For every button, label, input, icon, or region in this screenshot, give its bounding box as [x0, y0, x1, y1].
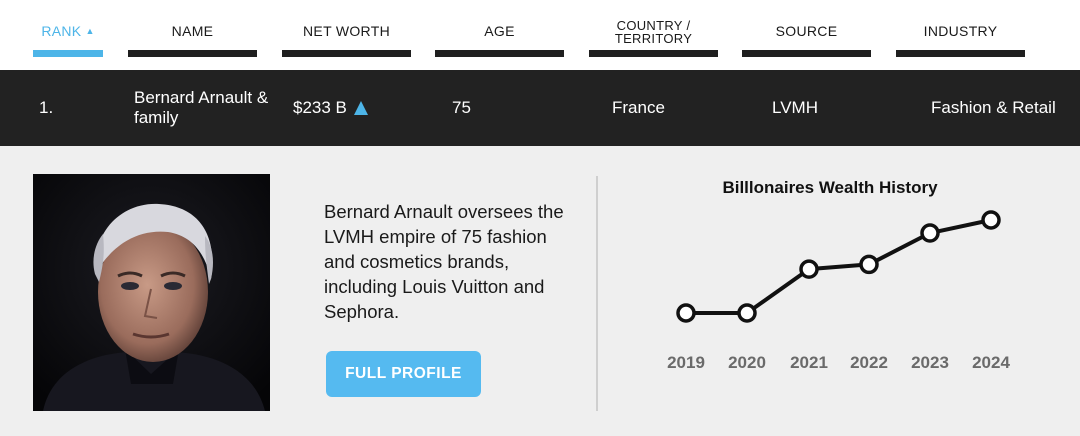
column-header-underline	[282, 50, 411, 57]
column-header-underline	[128, 50, 257, 57]
profile-photo	[33, 174, 270, 411]
column-header-age[interactable]: AGE	[435, 0, 564, 70]
x-tick-label: 2019	[667, 353, 705, 372]
data-point-2023	[920, 223, 940, 243]
column-header-country[interactable]: COUNTRY / TERRITORY	[589, 0, 718, 70]
column-header-underline	[896, 50, 1025, 57]
wealth-history-chart: 2019 2020 2021 2022 2023 2024	[667, 210, 1010, 372]
x-tick-label: 2021	[790, 353, 828, 372]
bio-text: Bernard Arnault oversees the LVMH empire…	[324, 201, 564, 322]
column-header-underline	[742, 50, 871, 57]
column-header-label: AGE	[484, 23, 515, 39]
detail-panel: Bernard Arnault oversees the LVMH empire…	[0, 146, 1080, 436]
data-point-2019	[676, 303, 696, 323]
data-point-2021	[799, 259, 819, 279]
column-header-net-worth[interactable]: NET WORTH	[282, 0, 411, 70]
column-header-label: NET WORTH	[303, 23, 390, 39]
triangle-up-icon	[353, 101, 368, 115]
x-tick-label: 2020	[728, 353, 766, 372]
column-header-label: COUNTRY / TERRITORY	[614, 18, 693, 46]
table-header: RANK ▲ NAME NET WORTH AGE COUNTRY / TERRI…	[0, 0, 1080, 70]
column-header-rank[interactable]: RANK ▲	[33, 0, 103, 70]
age-cell: 75	[452, 98, 471, 117]
x-tick-label: 2023	[911, 353, 949, 372]
x-tick-label: 2022	[850, 353, 888, 372]
column-header-source[interactable]: SOURCE	[742, 0, 871, 70]
net-worth-cell: $233 B	[293, 70, 368, 146]
column-header-underline	[435, 50, 564, 57]
series-line	[686, 218, 992, 315]
name-line: family	[134, 108, 179, 127]
rank-cell: 1.	[39, 98, 54, 117]
column-header-label: SOURCE	[775, 23, 838, 39]
chevron-up-icon: ▲	[85, 26, 95, 36]
table-row[interactable]: 1. Bernard Arnault & family $233 B 75 Fr…	[0, 70, 1080, 146]
column-header-underline	[33, 50, 103, 57]
column-header-name[interactable]: NAME	[128, 0, 257, 70]
column-header-label: INDUSTRY	[923, 23, 998, 39]
column-header-label: RANK	[41, 23, 82, 39]
divider	[596, 176, 598, 411]
data-point-2020	[737, 303, 757, 323]
data-point-2024	[981, 210, 1001, 230]
full-profile-button[interactable]: FULL PROFILE	[326, 351, 481, 397]
net-worth-value: $233 B	[293, 98, 347, 117]
column-header-industry[interactable]: INDUSTRY	[896, 0, 1025, 70]
column-header-underline	[589, 50, 718, 57]
column-header-label: NAME	[171, 23, 214, 39]
source-cell: LVMH	[772, 98, 818, 117]
industry-cell: Fashion & Retail	[931, 98, 1056, 117]
country-cell: France	[612, 98, 665, 117]
chart-title: Billlonaires Wealth History	[722, 178, 938, 197]
data-point-2022	[859, 254, 879, 275]
name-line: Bernard Arnault &	[134, 88, 269, 107]
x-tick-label: 2024	[972, 353, 1010, 372]
name-cell: Bernard Arnault & family	[134, 70, 284, 146]
portrait-image	[33, 174, 270, 411]
